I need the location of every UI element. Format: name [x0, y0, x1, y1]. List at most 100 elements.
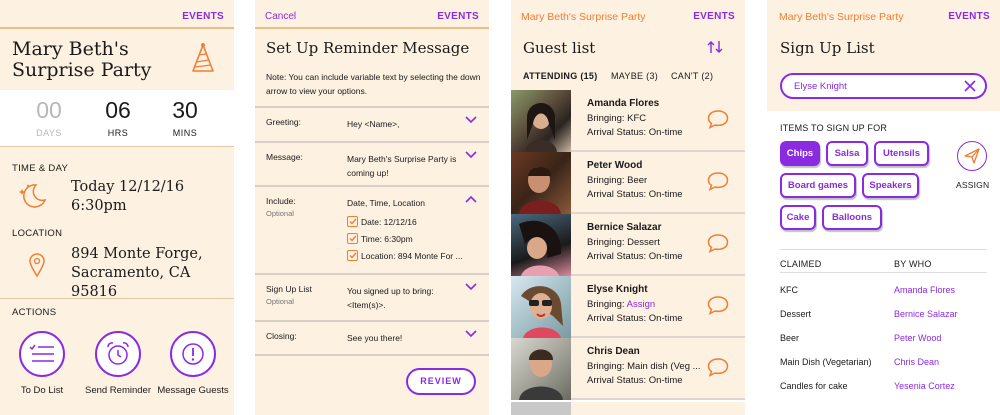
chevron-down-icon[interactable]	[465, 151, 477, 159]
message-row[interactable]: Message: Mary Beth's Surprise Party is c…	[255, 141, 489, 185]
message-bubble-icon[interactable]	[707, 295, 729, 315]
event-details-screen: EVENTS Mary Beth's Surprise Party 00 DAY…	[0, 0, 234, 415]
address-line-2: Sacramento, CA 95816	[71, 265, 191, 300]
include-label: Include: Optional	[266, 196, 296, 218]
checkbox-checked-icon	[347, 233, 358, 244]
guest-arrival: Arrival Status: On-time	[587, 375, 683, 386]
cancel-button[interactable]: Cancel	[265, 11, 296, 22]
claimed-item: Main Dish (Vegetarian)	[780, 357, 872, 367]
event-date: Today 12/12/16	[71, 179, 185, 195]
chevron-down-icon[interactable]	[465, 283, 477, 291]
chip-cake[interactable]: Cake	[780, 205, 816, 230]
chip-chips[interactable]: Chips	[780, 141, 820, 166]
chip-salsa[interactable]: Salsa	[826, 141, 868, 166]
closing-row[interactable]: Closing: See you there!	[255, 320, 489, 356]
chevron-up-icon[interactable]	[465, 195, 477, 203]
alarm-clock-icon	[107, 342, 129, 365]
tab-maybe[interactable]: MAYBE (3)	[611, 71, 658, 81]
guest-list-title: Guest list	[523, 39, 596, 57]
chip-board-games[interactable]: Board games	[780, 173, 856, 198]
assign-button[interactable]	[957, 141, 987, 171]
include-row[interactable]: Include: Optional Date, Time, Location Da…	[255, 185, 489, 273]
include-location-checkbox[interactable]: Location: 894 Monte For ...	[347, 247, 465, 264]
search-value: Elyse Knight	[794, 81, 847, 92]
time-day-heading: TIME & DAY	[12, 163, 69, 174]
message-label: Message:	[266, 152, 303, 162]
chevron-down-icon[interactable]	[465, 330, 477, 338]
avatar	[511, 214, 571, 276]
countdown-minutes: 30 MINS	[172, 97, 198, 138]
message-bubble-icon[interactable]	[707, 357, 729, 377]
guest-row[interactable]: Chris Dean Bringing: Main dish (Veg ... …	[511, 338, 745, 400]
checklist-icon	[29, 344, 54, 362]
guest-bringing: Bringing: Beer	[587, 175, 648, 186]
claimed-by-link[interactable]: Bernice Salazar	[894, 309, 958, 319]
checkbox-checked-icon	[347, 216, 358, 227]
app-title: Mary Beth's Surprise Party	[521, 11, 646, 23]
guest-name: Elyse Knight	[587, 284, 648, 295]
claimed-by-link[interactable]: Amanda Flores	[894, 285, 955, 295]
to-do-list-label: To Do List	[20, 385, 64, 396]
chip-balloons[interactable]: Balloons	[822, 205, 882, 230]
events-link[interactable]: EVENTS	[693, 11, 735, 22]
guest-arrival: Arrival Status: On-time	[587, 313, 683, 324]
close-icon[interactable]	[963, 79, 977, 93]
guest-list-screen: Mary Beth's Surprise Party EVENTS Guest …	[511, 0, 745, 415]
review-button[interactable]: REVIEW	[406, 368, 476, 395]
signup-list-row[interactable]: Sign Up List Optional You signed up to br…	[255, 273, 489, 320]
chip-speakers[interactable]: Speakers	[862, 173, 919, 198]
guest-arrival: Arrival Status: On-time	[587, 127, 683, 138]
closing-value: See you there!	[347, 333, 403, 343]
reminder-setup-screen: Cancel EVENTS Set Up Reminder Message No…	[255, 0, 489, 415]
sort-icon[interactable]	[707, 40, 723, 54]
avatar	[511, 152, 571, 214]
items-heading: ITEMS TO SIGN UP FOR	[780, 123, 888, 133]
chip-utensils[interactable]: Utensils	[874, 141, 929, 166]
exclamation-icon	[182, 343, 204, 365]
include-time-checkbox[interactable]: Time: 6:30pm	[347, 230, 465, 247]
greeting-value: Hey <Name>,	[347, 119, 400, 129]
top-bar: Mary Beth's Surprise Party EVENTS	[511, 0, 745, 29]
avatar	[511, 402, 571, 415]
claimed-by-link[interactable]: Peter Wood	[894, 333, 941, 343]
top-bar: Cancel EVENTS	[255, 0, 489, 29]
assign-link[interactable]: Assign	[627, 299, 656, 310]
message-guests-button[interactable]	[170, 331, 216, 377]
guest-row[interactable]: Elyse Knight Bringing: Assign Arrival St…	[511, 276, 745, 338]
by-who-header: BY WHO	[894, 259, 932, 269]
moon-icon	[19, 184, 47, 208]
guest-name: Chris Dean	[587, 346, 640, 357]
guest-arrival: Arrival Status: On-time	[587, 189, 683, 200]
guest-bringing: Bringing: KFC	[587, 113, 647, 124]
guest-row[interactable]: Bernice Salazar Bringing: Dessert Arriva…	[511, 214, 745, 276]
tab-attending[interactable]: ATTENDING (15)	[523, 71, 598, 81]
guest-row[interactable]: Amanda Flores Bringing: KFC Arrival Stat…	[511, 90, 745, 152]
checkbox-checked-icon	[347, 250, 358, 261]
claimed-item: Dessert	[780, 309, 812, 319]
events-link[interactable]: EVENTS	[182, 11, 224, 22]
guest-row[interactable]: Peter Wood Bringing: Beer Arrival Status…	[511, 152, 745, 214]
message-bubble-icon[interactable]	[707, 171, 729, 191]
guest-bringing: Bringing: Assign	[587, 299, 656, 310]
send-reminder-label: Send Reminder	[84, 385, 151, 396]
guest-name: Peter Wood	[587, 160, 643, 171]
include-value: Date, Time, Location Date: 12/12/16 Time…	[347, 196, 465, 264]
chevron-down-icon[interactable]	[465, 116, 477, 124]
address-line-1: 894 Monte Forge,	[71, 246, 203, 262]
message-bubble-icon[interactable]	[707, 233, 729, 253]
message-bubble-icon[interactable]	[707, 109, 729, 129]
events-link[interactable]: EVENTS	[437, 11, 479, 22]
guest-bringing: Bringing: Dessert	[587, 237, 660, 248]
guest-name: Amanda Flores	[587, 98, 660, 109]
claimed-by-link[interactable]: Chris Dean	[894, 357, 939, 367]
closing-label: Closing:	[266, 331, 297, 341]
to-do-list-button[interactable]	[19, 331, 65, 377]
include-date-checkbox[interactable]: Date: 12/12/16	[347, 213, 465, 230]
greeting-row[interactable]: Greeting: Hey <Name>,	[255, 106, 489, 141]
events-link[interactable]: EVENTS	[948, 11, 990, 22]
tab-cant[interactable]: CAN'T (2)	[671, 71, 713, 81]
reminder-title: Set Up Reminder Message	[266, 39, 470, 57]
guest-search-field[interactable]: Elyse Knight	[780, 73, 987, 99]
send-reminder-button[interactable]	[95, 331, 141, 377]
claimed-by-link[interactable]: Yesenia Cortez	[894, 381, 955, 391]
